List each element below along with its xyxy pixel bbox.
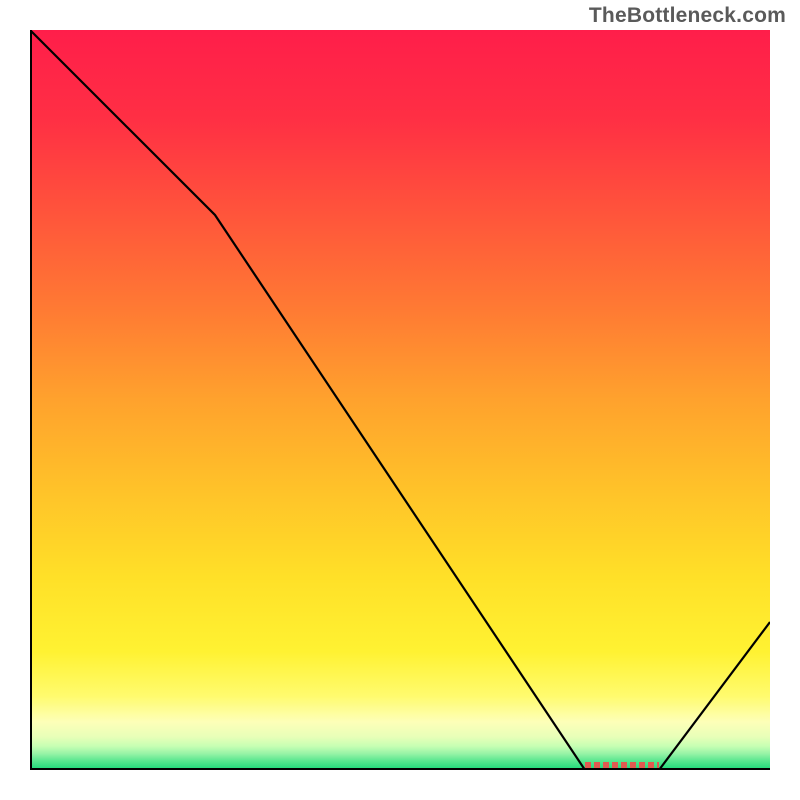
chart-svg — [30, 30, 770, 770]
valley-marker-dash — [648, 762, 654, 768]
valley-marker-dash — [585, 762, 591, 768]
valley-marker-dash — [603, 762, 609, 768]
valley-marker-dash — [630, 762, 636, 768]
chart-stage: TheBottleneck.com — [0, 0, 800, 800]
plot-area — [30, 30, 770, 770]
valley-marker-dash — [639, 762, 645, 768]
attribution-label: TheBottleneck.com — [589, 4, 786, 28]
valley-marker-dash — [594, 762, 600, 768]
valley-marker-dash — [612, 762, 618, 768]
valley-marker-dash — [657, 762, 659, 768]
valley-marker-dash — [621, 762, 627, 768]
